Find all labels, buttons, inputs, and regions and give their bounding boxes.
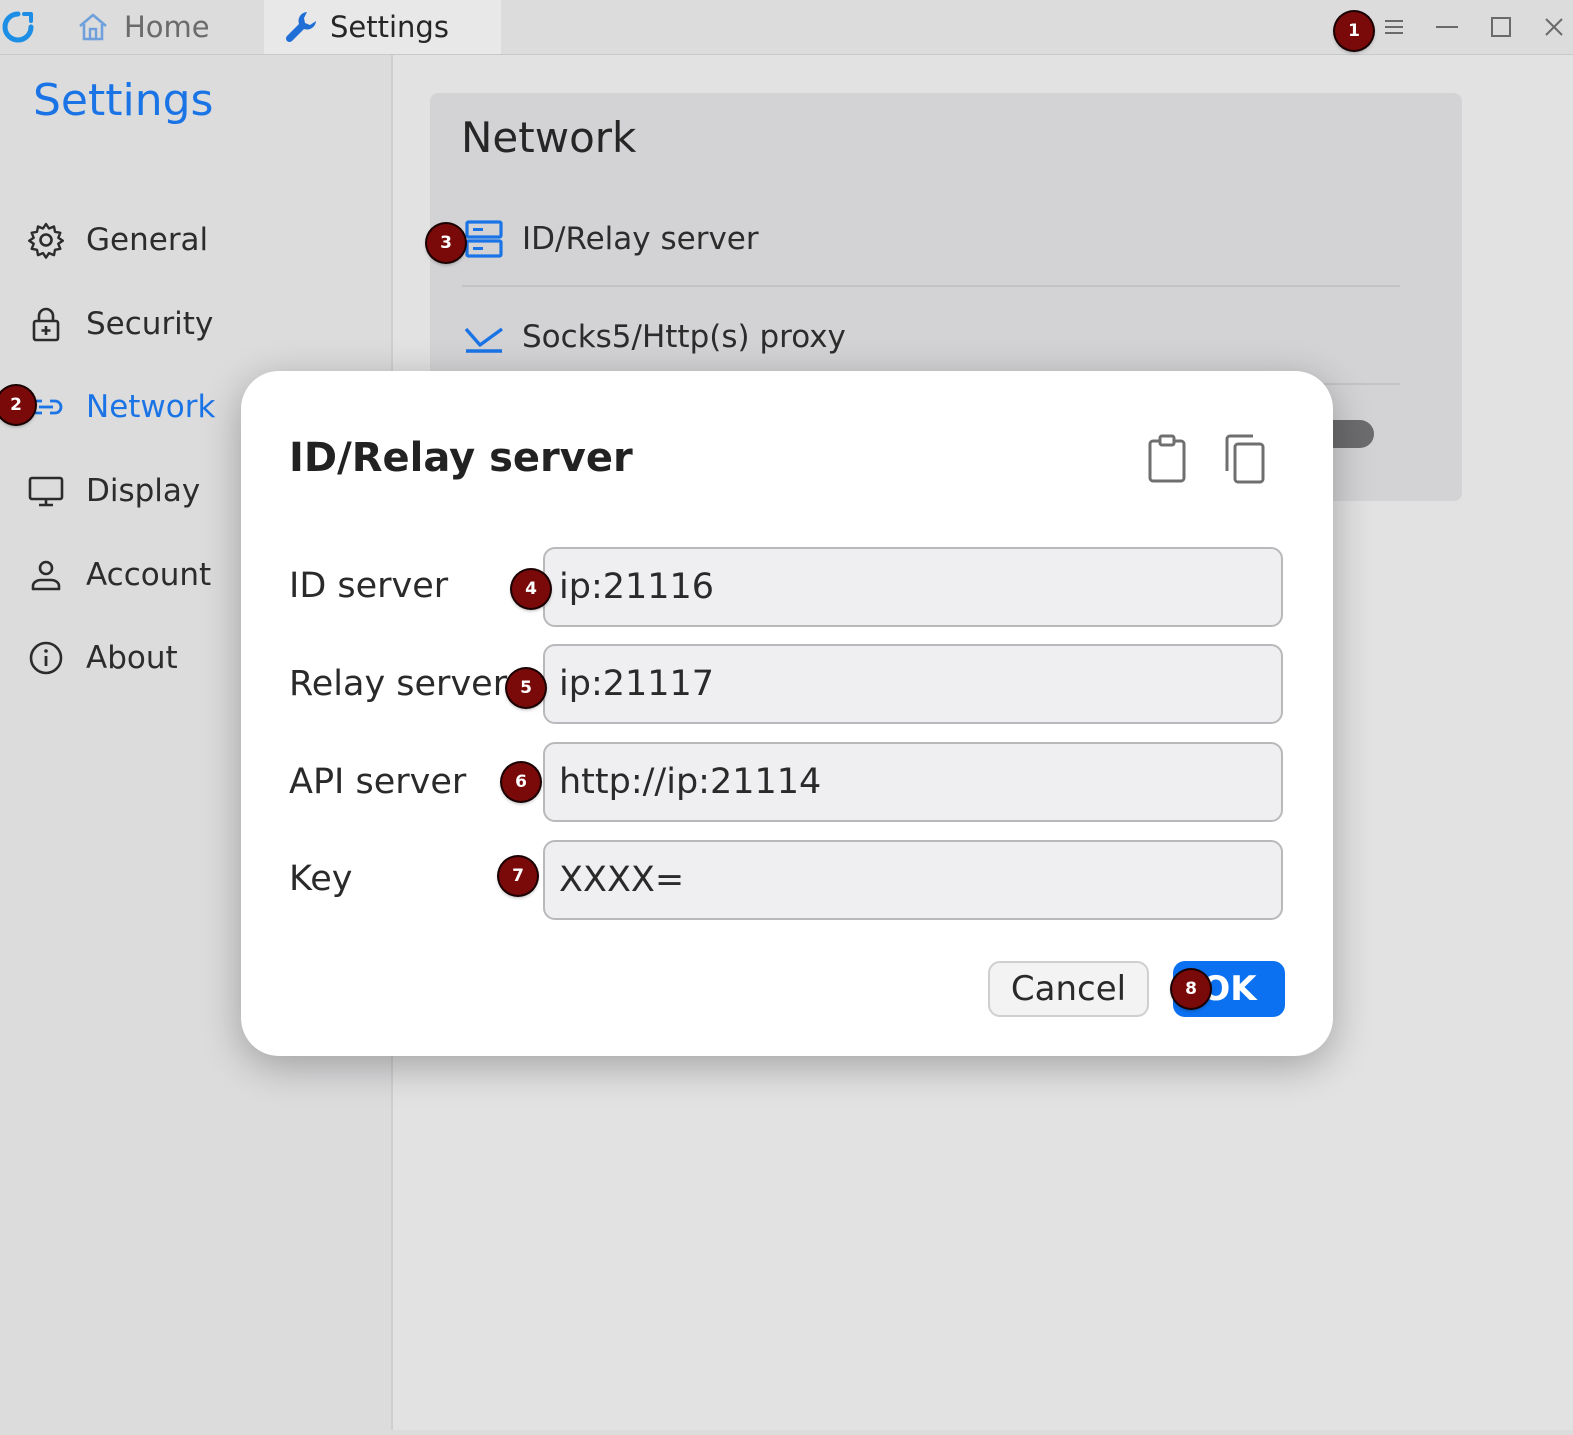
home-icon	[79, 13, 107, 41]
id-server-label: ID server	[289, 566, 449, 606]
socks5-proxy-label: Socks5/Http(s) proxy	[522, 319, 846, 355]
row-divider	[462, 285, 1400, 287]
sidebar-item-label: Account	[86, 557, 212, 593]
copy-icon[interactable]	[1223, 433, 1267, 485]
lock-icon	[32, 307, 60, 342]
relay-server-input[interactable]	[543, 644, 1283, 724]
sidebar-item-label: About	[86, 640, 178, 676]
id-relay-server-dialog: ID/Relay server ID server Relay server A…	[241, 371, 1333, 1056]
id-server-input[interactable]	[543, 547, 1283, 627]
minimize-icon[interactable]	[1430, 10, 1464, 44]
id-relay-server-row[interactable]: ID/Relay server	[462, 204, 759, 274]
id-relay-server-label: ID/Relay server	[522, 221, 759, 257]
marker-6: 6	[502, 763, 540, 801]
sidebar-item-about[interactable]: About	[27, 628, 178, 688]
wrench-icon	[285, 12, 316, 43]
gear-icon	[28, 222, 64, 259]
tab-home-label: Home	[124, 10, 210, 44]
sidebar-item-general[interactable]: General	[27, 210, 208, 270]
server-icon	[465, 220, 503, 258]
paste-icon[interactable]	[1145, 433, 1189, 485]
marker-4: 4	[512, 570, 550, 608]
sidebar-title: Settings	[33, 75, 214, 126]
tab-settings[interactable]: Settings	[264, 0, 501, 54]
close-icon[interactable]	[1537, 10, 1571, 44]
marker-5: 5	[507, 669, 545, 707]
marker-1: 1	[1335, 12, 1373, 50]
sidebar-item-label: General	[86, 222, 209, 258]
sidebar-item-security[interactable]: Security	[27, 294, 213, 354]
api-server-input[interactable]	[543, 742, 1283, 822]
sidebar-item-label: Display	[86, 473, 201, 509]
relay-server-label: Relay server	[289, 664, 508, 704]
sidebar-item-label: Network	[86, 389, 216, 425]
sidebar-item-network[interactable]: Network	[27, 377, 215, 437]
api-server-label: API server	[289, 762, 467, 802]
key-label: Key	[289, 859, 353, 899]
maximize-icon[interactable]	[1484, 10, 1518, 44]
network-card-title: Network	[461, 113, 637, 162]
marker-8: 8	[1172, 970, 1210, 1008]
app-logo-icon	[2, 11, 34, 43]
sidebar-item-account[interactable]: Account	[27, 545, 211, 605]
monitor-icon	[28, 476, 64, 507]
socks5-proxy-row[interactable]: Socks5/Http(s) proxy	[462, 302, 846, 372]
tab-home[interactable]: Home	[72, 0, 262, 54]
marker-7: 7	[499, 857, 537, 895]
info-icon	[29, 641, 63, 675]
cancel-button[interactable]: Cancel	[988, 961, 1149, 1017]
sidebar-item-display[interactable]: Display	[27, 461, 200, 521]
proxy-icon	[464, 327, 503, 353]
menu-icon[interactable]	[1377, 10, 1411, 44]
marker-3: 3	[427, 224, 465, 262]
key-input[interactable]	[543, 840, 1283, 920]
dialog-title: ID/Relay server	[289, 435, 633, 481]
sidebar-item-label: Security	[86, 306, 214, 342]
person-icon	[31, 560, 61, 591]
tab-settings-label: Settings	[330, 10, 449, 44]
